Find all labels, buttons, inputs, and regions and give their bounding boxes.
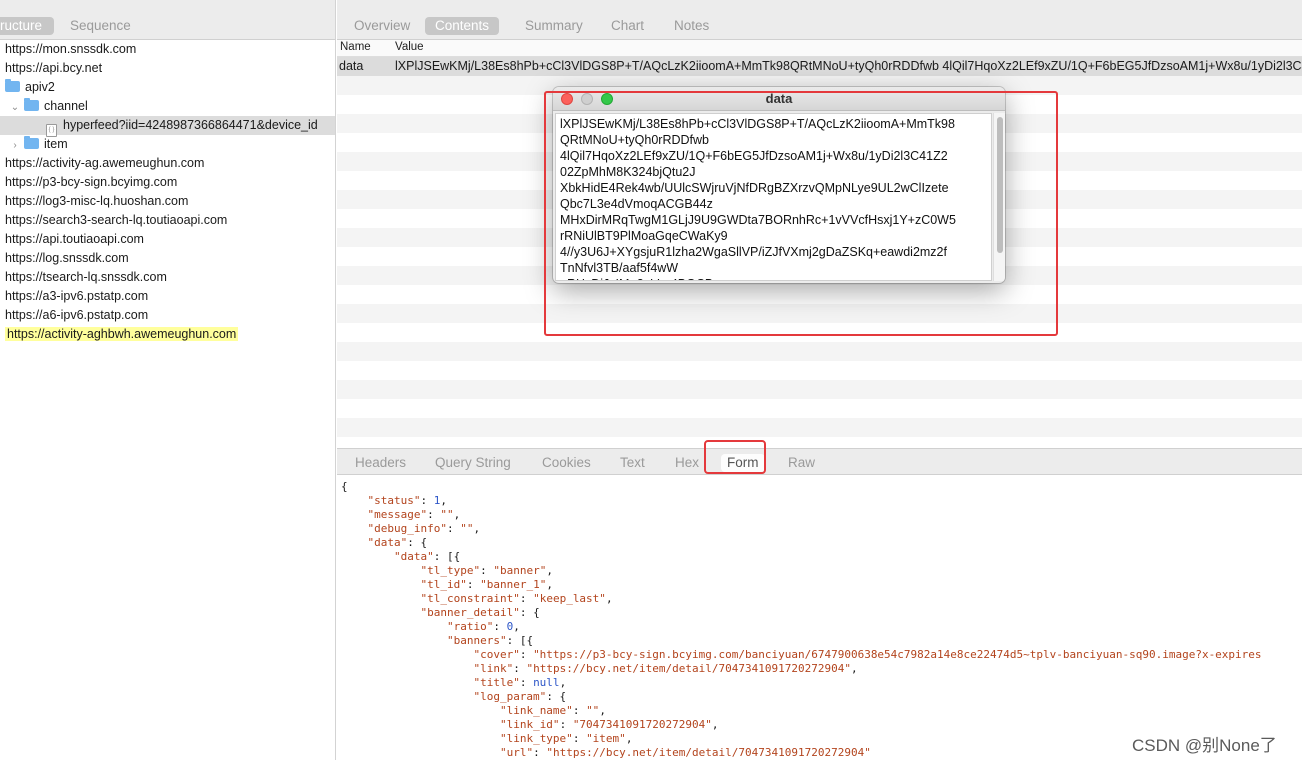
json-line: "tl_constraint": "keep_last", (420, 592, 613, 605)
tree-item-label: https://activity-ag.awemeughun.com (5, 156, 205, 170)
folder-icon (24, 136, 39, 149)
tree-item-label: https://log3-misc-lq.huoshan.com (5, 194, 189, 208)
tree-item-label: https://a6-ipv6.pstatp.com (5, 308, 149, 322)
json-line: "title": null, (473, 676, 567, 689)
view-mode-tabs: ructure Sequence (0, 0, 335, 40)
folder-icon (24, 98, 39, 111)
json-line: "cover": "https://p3-bcy-sign.bcyimg.com… (473, 648, 1262, 661)
tree-item-label: https://log.snssdk.com (5, 251, 129, 265)
tree-item[interactable]: { } hyperfeed?iid=4248987366864471&device… (0, 116, 335, 137)
tab-contents[interactable]: Contents (425, 17, 500, 35)
tree-item-label: https://p3-bcy-sign.bcyimg.com (5, 175, 178, 189)
json-line: "tl_id": "banner_1", (420, 578, 553, 591)
chevron-down-icon[interactable]: ⌄ (10, 98, 20, 117)
json-viewer[interactable]: { "status": 1, "message": "", "debug_inf… (337, 476, 1302, 760)
folder-icon (5, 79, 20, 92)
detail-tabs: Overview Contents Summary Chart Notes (337, 0, 1302, 40)
tab-cookies[interactable]: Cookies (536, 454, 597, 472)
json-line: "data": { (367, 536, 428, 549)
tree-item-label: https://search3-search-lq.toutiaoapi.com (5, 213, 228, 227)
json-line: "link_id": "7047341091720272904", (499, 718, 719, 731)
annotation-box-popup (544, 91, 1058, 336)
chevron-right-icon[interactable]: › (10, 136, 20, 155)
tab-query-string[interactable]: Query String (429, 454, 517, 472)
tree-item-label: apiv2 (25, 80, 55, 94)
json-line: "link_name": "", (499, 704, 606, 717)
tab-summary[interactable]: Summary (515, 17, 593, 35)
tree-item-label: hyperfeed?iid=4248987366864471&device_id (63, 118, 318, 132)
tab-structure[interactable]: ructure (0, 17, 55, 35)
tab-text[interactable]: Text (614, 454, 651, 472)
tab-notes[interactable]: Notes (664, 17, 719, 35)
json-line: "tl_type": "banner", (420, 564, 553, 577)
column-name-header[interactable]: Name (340, 41, 371, 53)
column-value-header[interactable]: Value (395, 41, 424, 53)
json-line: "log_param": { (473, 690, 567, 703)
json-line: "banner_detail": { (420, 606, 540, 619)
structure-panel: ructure Sequence https://mon.snssdk.com h… (0, 0, 336, 760)
row-name: data (339, 59, 364, 73)
json-line: "status": 1, (367, 494, 447, 507)
tree-item-label: item (44, 137, 68, 151)
json-line: "debug_info": "", (367, 522, 481, 535)
form-table-header: Name Value (337, 40, 1302, 57)
tab-chart[interactable]: Chart (601, 17, 654, 35)
tree-item-label: https://a3-ipv6.pstatp.com (5, 289, 149, 303)
tree-item-label: channel (44, 99, 88, 113)
json-line: "banners": [{ (446, 634, 534, 647)
tree-item-label: https://activity-aghbwh.awemeughun.com (5, 327, 239, 341)
json-line: "data": [{ (393, 550, 461, 563)
tree-item-label: https://api.bcy.net (5, 61, 103, 75)
json-line: "message": "", (367, 508, 461, 521)
tab-headers[interactable]: Headers (349, 454, 412, 472)
row-value: lXPlJSEwKMj/L38Es8hPb+cCl3VlDGS8P+T/AQcL… (395, 59, 1302, 73)
tree-item-label: https://mon.snssdk.com (5, 42, 137, 56)
watermark: CSDN @别None了 (1132, 736, 1277, 755)
response-tabs: Headers Query String Cookies Text Hex Form Raw (337, 448, 1302, 475)
json-line: { (341, 480, 348, 493)
tab-overview[interactable]: Overview (344, 17, 420, 35)
tab-hex[interactable]: Hex (669, 454, 705, 472)
tab-sequence[interactable]: Sequence (60, 17, 141, 35)
tab-raw[interactable]: Raw (782, 454, 821, 472)
tree-item-label: https://tsearch-lq.snssdk.com (5, 270, 167, 284)
json-line: "ratio": 0, (446, 620, 520, 633)
annotation-box-form-tab (704, 440, 766, 474)
table-row[interactable]: data lXPlJSEwKMj/L38Es8hPb+cCl3VlDGS8P+T… (337, 57, 1302, 76)
json-line: "link": "https://bcy.net/item/detail/704… (473, 662, 858, 675)
tree-item-label: https://api.toutiaoapi.com (5, 232, 144, 246)
